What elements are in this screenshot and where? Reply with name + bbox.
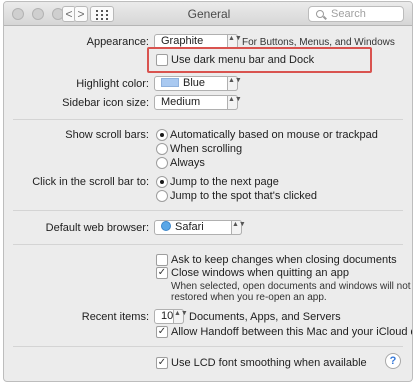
recent-items-suffix: Documents, Apps, and Servers	[189, 311, 341, 323]
scroll-when-scrolling-radio[interactable]	[156, 143, 168, 155]
color-swatch	[161, 78, 179, 87]
divider	[13, 119, 403, 120]
close-windows-label: Close windows when quitting an app	[171, 267, 349, 279]
close-windows-note-line2: restored when you re-open an app.	[171, 292, 327, 303]
jump-to-spot-label: Jump to the spot that's clicked	[170, 190, 318, 202]
search-placeholder: Search	[331, 8, 366, 20]
jump-to-spot-radio[interactable]	[156, 190, 168, 202]
search-input[interactable]: Search	[308, 6, 404, 22]
appearance-label: Appearance:	[86, 36, 149, 48]
scroll-always-label: Always	[170, 157, 205, 169]
close-window-button[interactable]	[12, 8, 24, 20]
ask-keep-changes-label: Ask to keep changes when closing documen…	[171, 254, 397, 266]
forward-button[interactable]: >	[74, 6, 88, 22]
divider	[13, 210, 403, 211]
highlight-color-popup[interactable]: Blue ▲▼	[154, 76, 242, 91]
lcd-smoothing-label: Use LCD font smoothing when available	[171, 357, 367, 369]
scroll-auto-radio[interactable]	[156, 129, 168, 141]
annotation-highlight-box	[147, 47, 372, 73]
highlight-color-value: Blue	[183, 77, 206, 89]
ask-keep-changes-checkbox[interactable]	[156, 254, 168, 266]
search-icon	[316, 10, 324, 18]
appearance-value: Graphite	[161, 35, 204, 47]
divider	[13, 346, 403, 347]
lcd-smoothing-checkbox[interactable]: ✓	[156, 357, 168, 369]
highlight-color-label: Highlight color:	[76, 78, 149, 90]
sidebar-icon-size-value: Medium	[161, 96, 201, 108]
allow-handoff-label: Allow Handoff between this Mac and your …	[171, 326, 412, 338]
jump-next-page-label: Jump to the next page	[170, 176, 279, 188]
title-bar: < > General Search	[4, 2, 412, 26]
popup-stepper-icon: ▲▼	[227, 95, 242, 110]
close-windows-checkbox[interactable]: ✓	[156, 267, 168, 279]
default-browser-value: Safari	[175, 221, 204, 233]
sidebar-icon-size-popup[interactable]: Medium ▲▼	[154, 95, 242, 110]
default-browser-label: Default web browser:	[45, 222, 149, 234]
safari-icon	[161, 221, 171, 231]
popup-stepper-icon: ▲▼	[173, 309, 188, 324]
allow-handoff-checkbox[interactable]: ✓	[156, 326, 168, 338]
scroll-click-label: Click in the scroll bar to:	[32, 176, 149, 188]
recent-items-value: 10	[161, 310, 174, 322]
preferences-window: < > General Search Appearance: Graphite …	[3, 1, 413, 382]
window-title: General	[187, 7, 231, 21]
sidebar-icon-size-label: Sidebar icon size:	[62, 97, 149, 109]
scroll-auto-label: Automatically based on mouse or trackpad	[170, 129, 378, 141]
default-browser-popup[interactable]: Safari ▲▼	[154, 220, 246, 235]
close-windows-note-line1: When selected, open documents and window…	[171, 281, 413, 292]
minimize-window-button[interactable]	[32, 8, 44, 20]
scroll-when-scrolling-label: When scrolling	[170, 143, 243, 155]
jump-next-page-radio[interactable]	[156, 176, 168, 188]
scroll-bars-label: Show scroll bars:	[65, 129, 149, 141]
popup-stepper-icon: ▲▼	[227, 76, 242, 91]
recent-items-popup[interactable]: 10 ▲▼	[154, 309, 188, 324]
scroll-always-radio[interactable]	[156, 157, 168, 169]
divider	[13, 244, 403, 245]
recent-items-label: Recent items:	[81, 311, 149, 323]
help-button[interactable]: ?	[385, 353, 401, 369]
show-all-grid-icon[interactable]	[90, 6, 114, 22]
popup-stepper-icon: ▲▼	[231, 220, 246, 235]
